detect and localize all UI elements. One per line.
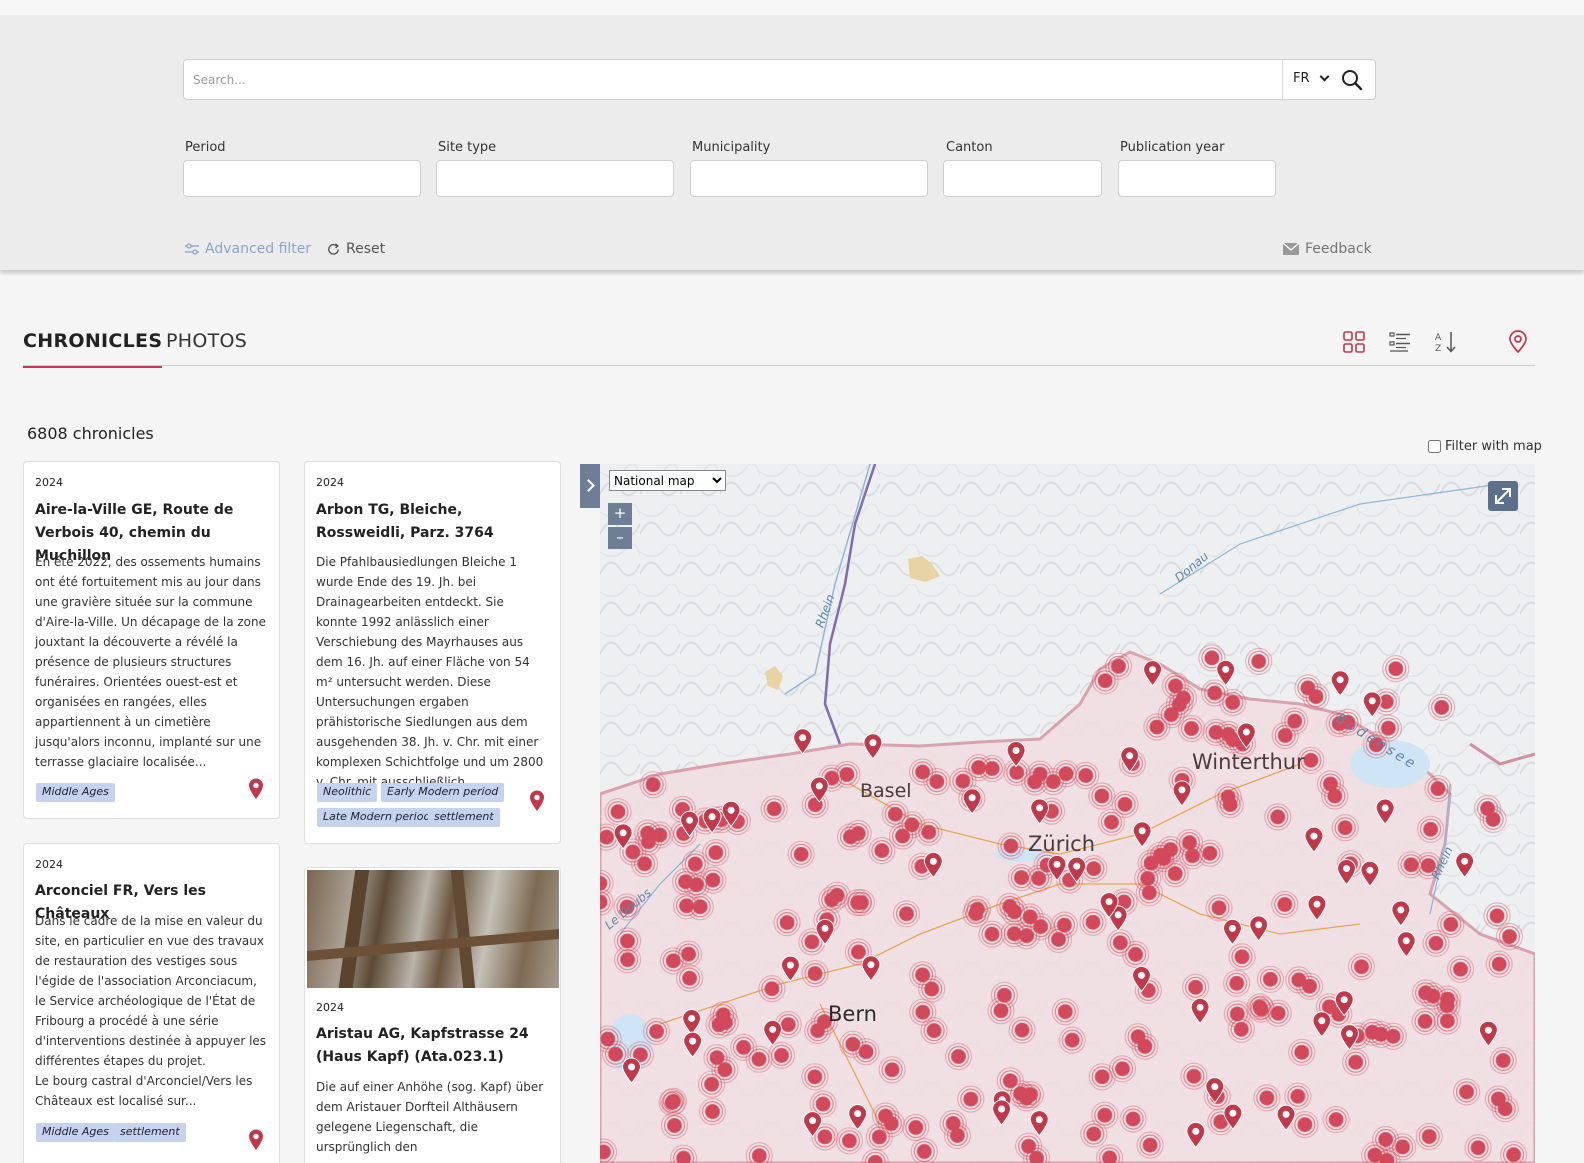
canton-field[interactable] — [943, 160, 1102, 197]
tag-badge[interactable]: Middle Ages — [36, 783, 115, 802]
tag-badge[interactable]: Middle Ages — [36, 1123, 115, 1142]
site-type-label: Site type — [438, 140, 497, 155]
map-label-basel: Basel — [860, 780, 912, 802]
tag-badge[interactable]: Early Modern period — [381, 783, 505, 802]
card-year: 2024 — [35, 858, 63, 871]
card-year: 2024 — [316, 476, 344, 489]
card-excerpt: Die auf einer Anhöhe (sog. Kapf) über de… — [316, 1080, 544, 1154]
chronicle-card[interactable]: 2024 Aire-la-Ville GE, Route de Verbois … — [23, 461, 280, 819]
chronicle-card[interactable]: 2024 Arbon TG, Bleiche, Rossweidli, Parz… — [304, 461, 561, 844]
map-pin-icon[interactable] — [248, 1129, 264, 1151]
advanced-filter-label: Advanced filter — [205, 241, 312, 257]
filter-with-map-label: Filter with map — [1445, 439, 1542, 454]
chronicle-card[interactable]: 2024 Arconciel FR, Vers les Châteaux Dan… — [23, 843, 280, 1163]
card-excerpt: Die Pfahlbausiedlungen Bleiche 1 wurde E… — [316, 555, 544, 789]
map-pin-icon[interactable] — [529, 790, 545, 812]
card-year: 2024 — [35, 476, 63, 489]
site-type-field[interactable] — [436, 160, 674, 197]
card-excerpt: Dans le cadre de la mise en valeur du si… — [35, 914, 267, 1108]
map-layer-select[interactable]: National map — [609, 470, 726, 491]
search-icon[interactable] — [1340, 68, 1364, 92]
map-view[interactable]: Basel Zürich Winterthur Bern Rhein Rhein… — [600, 464, 1535, 1163]
map-label-zurich: Zürich — [1028, 832, 1096, 856]
filter-panel: FR Period Site type Municipality Canton … — [0, 15, 1584, 270]
reset-label: Reset — [346, 241, 386, 257]
canton-label: Canton — [946, 140, 993, 155]
tab-chronicles[interactable]: CHRONICLES — [23, 330, 163, 368]
map-label-winterthur: Winterthur — [1192, 750, 1305, 774]
svg-text:Z: Z — [1435, 344, 1441, 354]
search-input[interactable] — [193, 69, 1273, 91]
municipality-field[interactable] — [690, 160, 928, 197]
publication-year-label: Publication year — [1120, 140, 1225, 155]
zoom-out-button[interactable]: – — [608, 527, 632, 549]
advanced-filter-button[interactable]: Advanced filter — [185, 241, 311, 257]
card-title[interactable]: Arbon TG, Bleiche, Rossweidli, Parz. 376… — [316, 499, 542, 545]
chronicle-card[interactable]: 2024 Aristau AG, Kapfstrasse 24 (Haus Ka… — [304, 867, 561, 1163]
map-pin-icon[interactable] — [1506, 330, 1530, 354]
card-year: 2024 — [316, 1001, 344, 1014]
top-strip — [0, 0, 1584, 15]
zoom-in-button[interactable]: + — [608, 503, 632, 525]
tag-badge[interactable]: Late Modern period — [317, 808, 437, 827]
period-field[interactable] — [183, 160, 421, 197]
tag-badge[interactable]: Neolithic — [317, 783, 378, 802]
tag-badge[interactable]: settlement — [114, 1123, 186, 1142]
card-thumbnail[interactable] — [307, 870, 559, 988]
cluster-marker — [745, 1142, 773, 1163]
result-tabs: CHRONICLES PHOTOS A Z — [23, 318, 1535, 368]
grid-view-icon[interactable] — [1342, 330, 1366, 354]
envelope-icon — [1283, 243, 1299, 255]
list-view-icon[interactable] — [1388, 330, 1412, 354]
feedback-button[interactable]: Feedback — [1283, 241, 1372, 257]
filter-with-map-toggle[interactable]: Filter with map — [1428, 439, 1542, 454]
map-collapse-button[interactable] — [580, 464, 600, 508]
sort-az-icon[interactable]: A Z — [1434, 330, 1458, 354]
fullscreen-button[interactable] — [1488, 481, 1518, 511]
filter-with-map-checkbox[interactable] — [1428, 440, 1441, 453]
results-count: 6808 chronicles — [27, 424, 154, 443]
feedback-label: Feedback — [1305, 241, 1372, 257]
tab-photos[interactable]: PHOTOS — [166, 330, 247, 352]
municipality-label: Municipality — [692, 140, 771, 155]
reset-button[interactable]: Reset — [326, 241, 385, 257]
sliders-icon — [185, 243, 199, 255]
map-label-bern: Bern — [828, 1002, 877, 1026]
map-pin-icon[interactable] — [248, 778, 264, 800]
card-title[interactable]: Aristau AG, Kapfstrasse 24 (Haus Kapf) (… — [316, 1023, 542, 1069]
tag-badge[interactable]: settlement — [428, 808, 500, 827]
chevron-down-icon — [1319, 71, 1330, 82]
expand-icon — [1495, 488, 1511, 504]
language-select[interactable]: FR — [1282, 60, 1334, 99]
refresh-icon — [328, 242, 339, 255]
card-excerpt: En été 2022, des ossements humains ont é… — [35, 555, 266, 769]
period-label: Period — [185, 140, 226, 155]
search-bar: FR — [183, 59, 1376, 100]
publication-year-field[interactable] — [1118, 160, 1276, 197]
svg-text:A: A — [1435, 333, 1442, 343]
language-value: FR — [1293, 71, 1310, 86]
map-canvas[interactable] — [600, 464, 1535, 1163]
